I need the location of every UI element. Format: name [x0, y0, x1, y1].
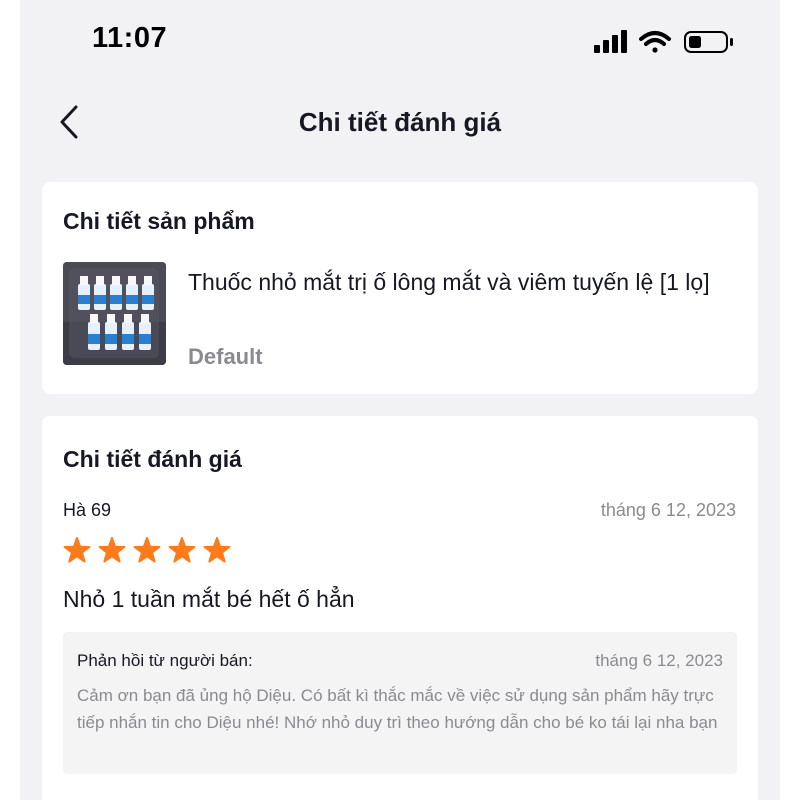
seller-reply-text: Cảm ơn bạn đã ủng hộ Diệu. Có bất kì thắ…: [77, 686, 718, 732]
nav-bar: Chi tiết đánh giá: [20, 90, 780, 156]
battery-icon: [684, 31, 733, 53]
review-date: tháng 6 12, 2023: [600, 500, 736, 520]
phone-screen: 11:07 Chi tiết đánh giá Chi tiết sản phẩ…: [20, 0, 780, 800]
review-card: Chi tiết đánh giá Hà 69 tháng 6 12, 2023…: [42, 416, 758, 800]
star-icon: [168, 537, 196, 563]
seller-reply-box: Phản hồi từ người bán: tháng 6 12, 2023 …: [63, 632, 737, 774]
product-card[interactable]: Chi tiết sản phẩm Thuốc nhỏ mắt trị ố lô…: [42, 182, 758, 394]
status-time: 11:07: [92, 22, 168, 54]
star-rating: [63, 537, 231, 563]
wifi-icon: [639, 31, 671, 53]
reviewer-name: Hà 69: [63, 500, 112, 520]
star-icon: [98, 537, 126, 563]
star-icon: [203, 537, 231, 563]
product-variant: Default: [188, 344, 263, 369]
star-icon: [133, 537, 161, 563]
status-icons: [594, 30, 733, 53]
cellular-signal-icon: [594, 30, 627, 53]
seller-reply-label: Phản hồi từ người bán:: [77, 651, 253, 670]
star-icon: [63, 537, 91, 563]
product-image[interactable]: [63, 262, 166, 365]
page-title: Chi tiết đánh giá: [298, 107, 502, 137]
review-text: Nhỏ 1 tuần mắt bé hết ố hẳn: [63, 586, 355, 612]
product-card-title: Chi tiết sản phẩm: [63, 208, 255, 234]
seller-reply-date: tháng 6 12, 2023: [595, 651, 723, 670]
review-card-title: Chi tiết đánh giá: [63, 446, 242, 472]
product-name[interactable]: Thuốc nhỏ mắt trị ố lông mắt và viêm tuy…: [188, 264, 738, 301]
status-bar: 11:07: [20, 0, 780, 80]
